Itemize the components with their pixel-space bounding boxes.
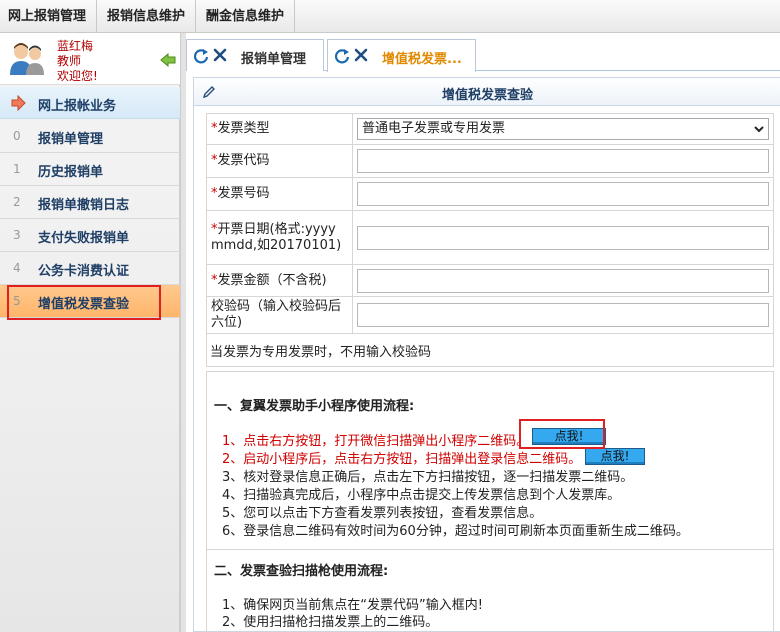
- sidebar-item-payment-failed[interactable]: 3 支付失败报销单: [0, 219, 180, 252]
- label-text: 发票类型: [217, 121, 270, 136]
- user-box: 蓝红梅 教师 欢迎您!: [0, 33, 180, 85]
- sidebar-item-number: 4: [13, 261, 21, 275]
- label-text: 发票金额（不含税): [217, 272, 327, 288]
- avatar-icon: [10, 43, 44, 75]
- form-row-invoice-type: *发票类型 普通电子发票或专用发票: [206, 113, 774, 145]
- invoice-type-select[interactable]: 普通电子发票或专用发票: [357, 118, 769, 140]
- sidebar-item-number: 1: [13, 162, 21, 176]
- invoice-code-label: *发票代码: [206, 144, 353, 178]
- sidebar-item-label: 历史报销单: [38, 165, 104, 180]
- sidebar-section-label: 网上报帐业务: [38, 99, 117, 114]
- invoice-number-input[interactable]: [357, 182, 769, 206]
- top-menu-remuneration-info[interactable]: 酬金信息维护: [196, 0, 296, 33]
- sidebar-item-number: 0: [13, 129, 21, 143]
- chevron-down-icon: [754, 126, 764, 133]
- close-icon[interactable]: [213, 48, 227, 62]
- section1-step6: 6、登录信息二维码有效时间为60分钟，超过时间可刷新本页面重新生成二维码。: [222, 524, 689, 539]
- invoice-type-value: 普通电子发票或专用发票: [362, 121, 506, 136]
- sidebar-item-label: 报销单撤销日志: [38, 198, 130, 213]
- tab-reimbursement-management[interactable]: 报销单管理: [186, 39, 324, 71]
- invoice-form: *发票类型 普通电子发票或专用发票 *发票代码 *发票号码 *开票日期(格式:y…: [206, 113, 774, 367]
- sidebar-splitter[interactable]: [180, 33, 186, 632]
- collapse-arrow-icon[interactable]: [160, 53, 176, 67]
- invoice-date-label: *开票日期(格式:yyyymmdd,如20170101): [206, 210, 353, 265]
- sidebar-item-reimbursement-management[interactable]: 0 报销单管理: [0, 120, 180, 153]
- amount-input[interactable]: [357, 268, 769, 293]
- highlight-box-button: [519, 419, 605, 449]
- arrow-right-icon: [11, 95, 26, 111]
- section1-step1: 1、点击右方按钮，打开微信扫描弹出小程序二维码。: [222, 434, 530, 449]
- invoice-date-input[interactable]: [357, 225, 769, 250]
- check-code-cell: [352, 296, 774, 334]
- section1-step4: 4、扫描验真完成后，小程序中点击提交上传发票信息到个人发票库。: [222, 488, 621, 503]
- invoice-code-input[interactable]: [357, 149, 769, 173]
- top-menu-reimbursement[interactable]: 网上报销管理: [0, 0, 98, 33]
- instructions-area: 一、复翼发票助手小程序使用流程: 1、点击右方按钮，打开微信扫描弹出小程序二维码…: [206, 371, 774, 632]
- sidebar: 蓝红梅 教师 欢迎您! 网上报帐业务 0 报销单管理 1 历史报销单 2 报销单…: [0, 33, 180, 632]
- sidebar-item-revocation-log[interactable]: 2 报销单撤销日志: [0, 186, 180, 219]
- special-invoice-warning: 当发票为专用发票时，不用输入校验码: [206, 333, 774, 367]
- panel-title: 增值税发票查验: [441, 88, 533, 103]
- invoice-type-label: *发票类型: [206, 113, 353, 145]
- check-code-input[interactable]: [357, 303, 769, 327]
- invoice-type-cell: 普通电子发票或专用发票: [352, 113, 774, 145]
- amount-label: *发票金额（不含税): [206, 264, 353, 297]
- panel-header: 增值税发票查验: [194, 78, 780, 106]
- top-menu-bar: 网上报销管理 报销信息维护 酬金信息维护: [0, 0, 780, 33]
- form-row-warning: 当发票为专用发票时，不用输入校验码: [206, 333, 774, 367]
- label-text: 发票代码: [217, 153, 270, 168]
- highlight-box-sidebar: [7, 285, 161, 320]
- invoice-date-cell: [352, 210, 774, 265]
- label-text: 发票号码: [217, 186, 270, 201]
- section-divider: [207, 549, 773, 550]
- amount-cell: [352, 264, 774, 297]
- tab-strip: 报销单管理 增值税发票...: [186, 33, 780, 72]
- invoice-code-cell: [352, 144, 774, 178]
- user-role: 教师: [57, 54, 82, 68]
- close-icon[interactable]: [354, 48, 368, 62]
- tab-label: 增值税发票...: [382, 52, 462, 67]
- sidebar-section-online-accounting[interactable]: 网上报帐业务: [0, 87, 180, 119]
- section1-title: 一、复翼发票助手小程序使用流程:: [214, 399, 415, 414]
- show-login-qr-button[interactable]: 点我!: [585, 448, 645, 465]
- sidebar-item-label: 公务卡消费认证: [38, 264, 130, 279]
- user-name: 蓝红梅: [57, 39, 94, 53]
- form-row-invoice-date: *开票日期(格式:yyyymmdd,如20170101): [206, 210, 774, 265]
- refresh-icon[interactable]: [193, 48, 209, 64]
- sidebar-item-number: 3: [13, 228, 21, 242]
- sidebar-item-label: 支付失败报销单: [38, 231, 130, 246]
- sidebar-item-card-certification[interactable]: 4 公务卡消费认证: [0, 252, 180, 285]
- section1-step2: 2、启动小程序后，点击右方按钮，扫描弹出登录信息二维码。: [222, 452, 582, 467]
- user-welcome: 欢迎您!: [57, 69, 98, 83]
- sidebar-item-history[interactable]: 1 历史报销单: [0, 153, 180, 186]
- form-row-invoice-code: *发票代码: [206, 144, 774, 178]
- top-menu-reimbursement-info[interactable]: 报销信息维护: [97, 0, 197, 33]
- tab-label: 报销单管理: [241, 52, 307, 67]
- form-row-invoice-number: *发票号码: [206, 177, 774, 211]
- sidebar-item-number: 2: [13, 195, 21, 209]
- refresh-icon[interactable]: [334, 48, 350, 64]
- label-text: 开票日期(格式:yyyymmdd,如20170101): [211, 221, 342, 253]
- section2-step2: 2、使用扫描枪扫描发票上的二维码。: [222, 615, 439, 630]
- section2-title: 二、发票查验扫描枪使用流程:: [214, 564, 389, 579]
- sidebar-item-label: 报销单管理: [38, 132, 104, 147]
- invoice-number-cell: [352, 177, 774, 211]
- section1-step5: 5、您可以点击下方查看发票列表按钮，查看发票信息。: [222, 506, 543, 521]
- tab-vat-invoice-check[interactable]: 增值税发票...: [327, 39, 476, 72]
- invoice-number-label: *发票号码: [206, 177, 353, 211]
- form-row-check-code: 校验码（输入校验码后六位): [206, 296, 774, 334]
- check-code-label: 校验码（输入校验码后六位): [206, 296, 353, 334]
- section1-step3: 3、核对登录信息正确后，点击左下方扫描按钮，逐一扫描发票二维码。: [222, 470, 634, 485]
- form-row-amount: *发票金额（不含税): [206, 264, 774, 297]
